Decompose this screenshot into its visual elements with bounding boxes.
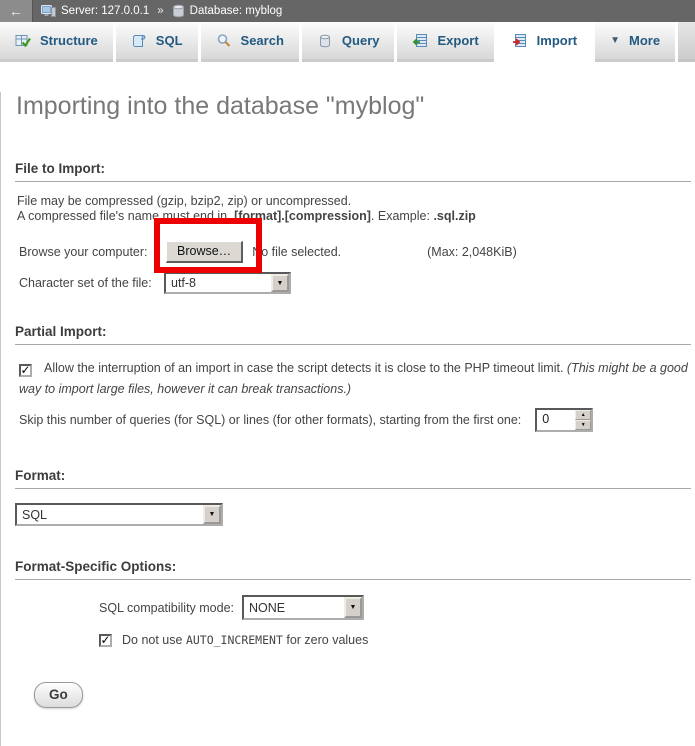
query-icon [317, 33, 333, 49]
tab-bar: Structure SQL Search Query [0, 22, 695, 62]
sql-compatibility-row: SQL compatibility mode: NONE ▼ [99, 595, 695, 620]
sql-icon [131, 33, 147, 49]
tab-label: Import [537, 33, 577, 48]
section-heading-format: Format: [15, 468, 691, 489]
sql-compatibility-select-arrow-icon[interactable]: ▼ [344, 597, 362, 618]
breadcrumb-database[interactable]: Database: myblog [190, 5, 283, 17]
database-icon [172, 4, 185, 18]
tab-label: More [629, 33, 660, 48]
stepper-down-icon[interactable]: ▼ [575, 420, 591, 430]
allow-interrupt-checkbox[interactable]: ✓ [19, 364, 32, 377]
format-selected-value: SQL [22, 508, 47, 522]
import-icon [512, 33, 528, 49]
tab-label: SQL [156, 33, 183, 48]
help-format-pattern: .[format].[compression] [231, 209, 371, 223]
compression-help-text: File may be compressed (gzip, bzip2, zip… [17, 194, 681, 224]
import-page: Importing into the database "myblog" Fil… [0, 92, 695, 746]
tab-label: Search [241, 33, 284, 48]
tab-structure[interactable]: Structure [0, 22, 113, 62]
go-button[interactable]: Go [34, 682, 83, 708]
tab-import[interactable]: Import [497, 22, 592, 62]
charset-selected-value: utf-8 [171, 276, 196, 290]
charset-select[interactable]: utf-8 ▼ [164, 272, 291, 294]
file-upload-row: Browse your computer: Browse… No file se… [19, 240, 695, 264]
checkmark-icon: ✓ [20, 364, 30, 376]
breadcrumb: Server: 127.0.0.1 » Database: myblog [41, 4, 282, 18]
stepper-up-icon[interactable]: ▲ [575, 410, 591, 420]
help-line2-prefix: A compressed file's name must end in [17, 209, 231, 223]
max-size-note: (Max: 2,048KiB) [427, 245, 517, 259]
no-file-selected-text: No file selected. [252, 245, 341, 259]
tab-search[interactable]: Search [201, 22, 299, 62]
charset-select-arrow-icon[interactable]: ▼ [271, 274, 289, 292]
browse-label: Browse your computer: [19, 245, 166, 259]
auto-increment-keyword: AUTO_INCREMENT [186, 633, 283, 647]
back-button[interactable]: ← [0, 0, 33, 22]
auto-increment-label-suffix: for zero values [283, 633, 368, 647]
allow-interrupt-label: Allow the interruption of an import in c… [44, 361, 567, 375]
help-line1: File may be compressed (gzip, bzip2, zip… [17, 194, 351, 208]
section-heading-file-to-import: File to Import: [15, 161, 691, 182]
sql-compatibility-selected-value: NONE [249, 601, 285, 615]
section-heading-format-specific-options: Format-Specific Options: [15, 559, 691, 580]
tab-sql[interactable]: SQL [116, 22, 198, 62]
chevron-down-icon: ▼ [610, 35, 620, 46]
tab-label: Export [437, 33, 478, 48]
auto-increment-label: Do not use AUTO_INCREMENT for zero value… [122, 633, 368, 647]
auto-increment-label-prefix: Do not use [122, 633, 186, 647]
tab-more[interactable]: ▼ More [595, 22, 675, 62]
charset-row: Character set of the file: utf-8 ▼ [19, 272, 695, 294]
tab-bar-filler [678, 22, 695, 62]
search-icon [216, 33, 232, 49]
skip-queries-label: Skip this number of queries (for SQL) or… [19, 413, 521, 427]
sql-compatibility-label: SQL compatibility mode: [99, 601, 234, 615]
checkmark-icon: ✓ [100, 634, 110, 646]
tab-export[interactable]: Export [397, 22, 493, 62]
server-icon [41, 4, 56, 18]
section-heading-partial-import: Partial Import: [15, 324, 691, 345]
browse-button[interactable]: Browse… [166, 241, 243, 263]
back-arrow-icon: ← [9, 3, 23, 19]
skip-queries-stepper[interactable]: 0 ▲ ▼ [535, 408, 593, 432]
format-select[interactable]: SQL ▼ [15, 503, 223, 526]
format-select-arrow-icon[interactable]: ▼ [203, 505, 221, 524]
skip-queries-row: Skip this number of queries (for SQL) or… [19, 408, 695, 432]
stepper-buttons: ▲ ▼ [575, 410, 591, 430]
tab-query[interactable]: Query [302, 22, 395, 62]
skip-queries-value: 0 [537, 410, 575, 430]
help-line2-mid: . Example: [371, 209, 434, 223]
breadcrumb-separator: » [157, 5, 163, 17]
breadcrumb-server[interactable]: Server: 127.0.0.1 [61, 5, 149, 17]
tab-label: Query [342, 33, 380, 48]
sql-compatibility-select[interactable]: NONE ▼ [242, 595, 364, 620]
tab-label: Structure [40, 33, 98, 48]
help-example: .sql.zip [433, 209, 475, 223]
auto-increment-row: ✓ Do not use AUTO_INCREMENT for zero val… [99, 632, 695, 648]
breadcrumb-bar: ← Server: 127.0.0.1 » Database: myblog [0, 0, 695, 22]
page-title: Importing into the database "myblog" [16, 92, 695, 121]
export-icon [412, 33, 428, 49]
allow-interrupt-row: ✓ Allow the interruption of an import in … [19, 358, 691, 400]
structure-icon [15, 33, 31, 49]
auto-increment-checkbox[interactable]: ✓ [99, 634, 112, 647]
charset-label: Character set of the file: [19, 276, 164, 290]
